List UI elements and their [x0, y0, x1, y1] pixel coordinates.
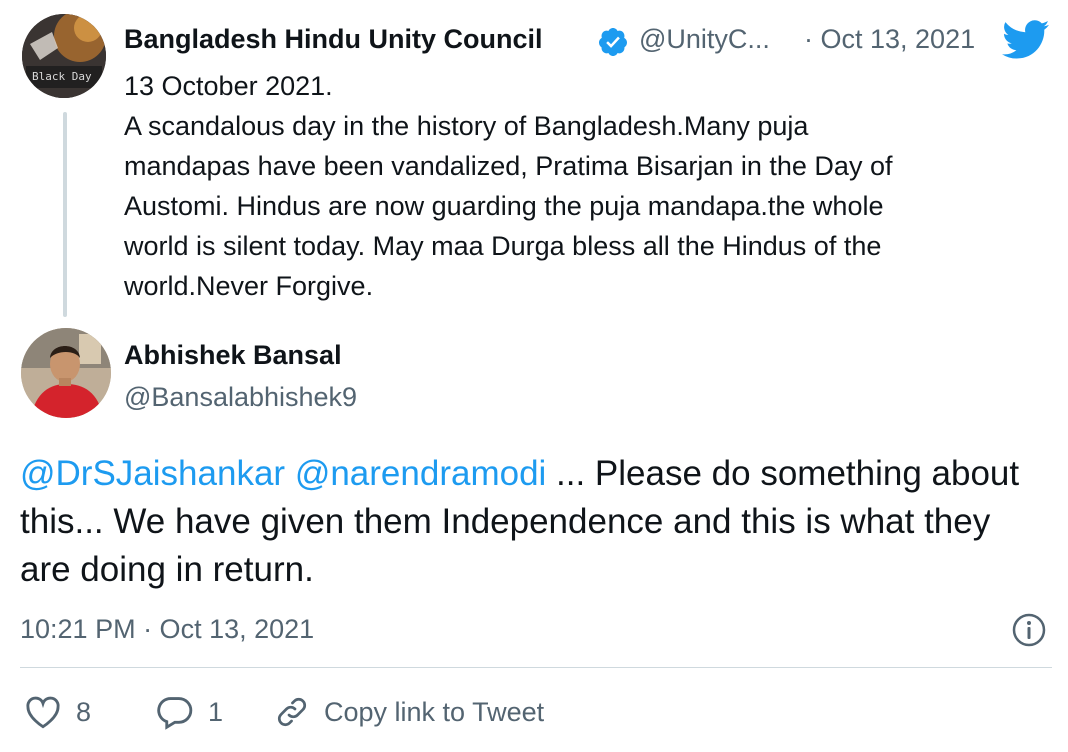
reply-handle[interactable]: @Bansalabhishek9 [124, 382, 357, 413]
parent-handle[interactable]: @UnityC... [639, 24, 770, 55]
reply-button[interactable]: 1 [156, 690, 223, 734]
reply-tweet-text: @DrSJaishankar @narendramodi ... Please … [20, 450, 1050, 594]
reply-author-name[interactable]: Abhishek Bansal [124, 340, 342, 371]
reply-bubble-icon [156, 694, 194, 730]
divider [20, 667, 1052, 668]
copy-link-button[interactable]: Copy link to Tweet [274, 690, 544, 734]
parent-date[interactable]: · Oct 13, 2021 [804, 24, 975, 55]
info-icon[interactable] [1011, 612, 1047, 648]
reply-count: 1 [208, 696, 224, 727]
heart-icon [24, 694, 62, 730]
tweet-timestamp[interactable]: 10:21 PM · Oct 13, 2021 [20, 614, 314, 645]
thread-line [63, 112, 67, 317]
avatar-caption: Black Day [32, 70, 92, 83]
verified-badge-icon [597, 26, 629, 58]
parent-author-name[interactable]: Bangladesh Hindu Unity Council [124, 24, 543, 55]
copy-link-label: Copy link to Tweet [324, 696, 545, 727]
mention-narendramodi[interactable]: @narendramodi [295, 454, 547, 493]
like-count: 8 [76, 696, 92, 727]
reply-avatar[interactable] [21, 328, 111, 418]
link-icon [274, 694, 310, 730]
parent-tweet-text: 13 October 2021. A scandalous day in the… [124, 71, 893, 301]
twitter-bird-icon[interactable] [1002, 20, 1050, 60]
mention-drsjaishankar[interactable]: @DrSJaishankar [20, 454, 285, 493]
like-button[interactable]: 8 [24, 690, 91, 734]
parent-avatar[interactable]: Black Day [22, 14, 106, 98]
